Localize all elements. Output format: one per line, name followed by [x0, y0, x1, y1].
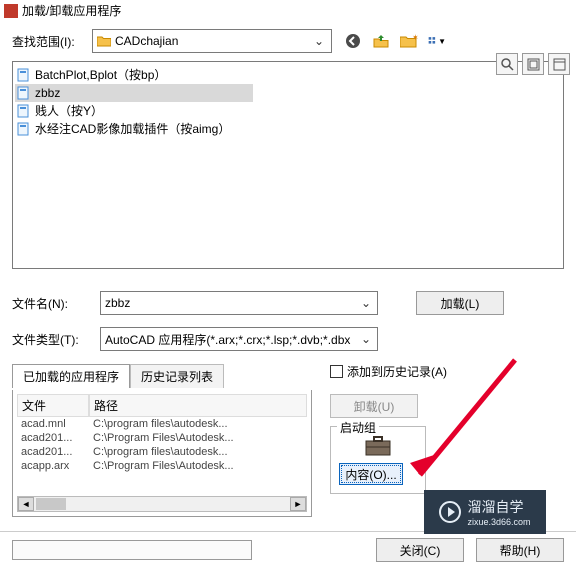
scroll-right-icon[interactable]: ► [290, 497, 306, 511]
add-to-history-checkbox[interactable] [330, 365, 343, 378]
folder-icon [97, 35, 111, 47]
lisp-file-icon [17, 68, 31, 82]
lisp-file-icon [17, 86, 31, 100]
table-row[interactable]: acad.mnlC:\program files\autodesk... [17, 417, 307, 431]
suitcase-icon [364, 435, 392, 457]
contents-button[interactable]: 内容(O)... [339, 463, 403, 485]
new-folder-icon[interactable]: ✶ [400, 32, 418, 50]
svg-text:✶: ✶ [412, 34, 418, 42]
tab-loaded-apps[interactable]: 已加载的应用程序 [12, 364, 130, 388]
lookin-value: CADchajian [115, 34, 307, 48]
scroll-thumb[interactable] [36, 498, 66, 510]
up-one-level-icon[interactable] [372, 32, 390, 50]
chevron-down-icon: ⌄ [359, 296, 373, 310]
file-list[interactable]: BatchPlot,Bplot（按bp） zbbz 贱人（按Y） 水经注CAD影… [12, 61, 564, 269]
list-item[interactable]: 水经注CAD影像加载插件（按aimg） [15, 120, 561, 138]
filename-input[interactable]: zbbz ⌄ [100, 291, 378, 315]
file-name: 贱人（按Y） [35, 102, 103, 120]
app-icon [4, 4, 18, 18]
list-item[interactable]: 贱人（按Y） [15, 102, 561, 120]
chevron-down-icon: ⌄ [359, 332, 373, 346]
table-row[interactable]: acad201...C:\Program Files\Autodesk... [17, 431, 307, 445]
file-name: BatchPlot,Bplot（按bp） [35, 66, 166, 84]
play-icon [439, 501, 461, 523]
window-title: 加载/卸载应用程序 [22, 2, 121, 19]
add-to-history-label: 添加到历史记录(A) [347, 363, 447, 380]
table-row[interactable]: acapp.arxC:\Program Files\Autodesk... [17, 459, 307, 473]
watermark-brand: 溜溜自学 [467, 499, 523, 515]
horizontal-scrollbar[interactable]: ◄ ► [17, 496, 307, 512]
lookin-combo[interactable]: CADchajian ⌄ [92, 29, 332, 53]
close-button[interactable]: 关闭(C) [376, 538, 464, 562]
file-name: zbbz [35, 84, 60, 102]
status-box [12, 540, 252, 560]
list-item[interactable]: BatchPlot,Bplot（按bp） [15, 66, 561, 84]
table-row[interactable]: acad201...C:\program files\autodesk... [17, 445, 307, 459]
unload-button: 卸载(U) [330, 394, 418, 418]
back-icon[interactable] [344, 32, 362, 50]
startup-group: 启动组 内容(O)... [330, 426, 426, 494]
lisp-file-icon [17, 122, 31, 136]
scroll-left-icon[interactable]: ◄ [18, 497, 34, 511]
loaded-apps-grid[interactable]: acad.mnlC:\program files\autodesk... aca… [17, 417, 307, 494]
tools-icon[interactable] [548, 53, 570, 75]
filename-label: 文件名(N): [12, 295, 92, 312]
col-path[interactable]: 路径 [89, 394, 307, 417]
load-button[interactable]: 加载(L) [416, 291, 504, 315]
tab-history[interactable]: 历史记录列表 [130, 364, 224, 388]
file-name: 水经注CAD影像加载插件（按aimg） [35, 120, 230, 138]
search-icon[interactable] [496, 53, 518, 75]
watermark-url: zixue.3d66.com [467, 517, 530, 527]
views-icon[interactable]: ▼ [428, 32, 446, 50]
favorites-icon[interactable] [522, 53, 544, 75]
watermark: 溜溜自学 zixue.3d66.com [424, 490, 546, 534]
filename-value: zbbz [105, 296, 359, 310]
filetype-value: AutoCAD 应用程序(*.arx;*.crx;*.lsp;*.dvb;*.d… [105, 331, 359, 348]
help-button[interactable]: 帮助(H) [476, 538, 564, 562]
filetype-select[interactable]: AutoCAD 应用程序(*.arx;*.crx;*.lsp;*.dvb;*.d… [100, 327, 378, 351]
col-file[interactable]: 文件 [17, 394, 89, 417]
lisp-file-icon [17, 104, 31, 118]
chevron-down-icon: ⌄ [311, 34, 327, 48]
filetype-label: 文件类型(T): [12, 331, 92, 348]
loaded-apps-panel: 文件 路径 acad.mnlC:\program files\autodesk.… [12, 389, 312, 517]
lookin-label: 查找范围(I): [12, 33, 84, 50]
startup-group-label: 启动组 [337, 419, 379, 436]
list-item[interactable]: zbbz [15, 84, 253, 102]
